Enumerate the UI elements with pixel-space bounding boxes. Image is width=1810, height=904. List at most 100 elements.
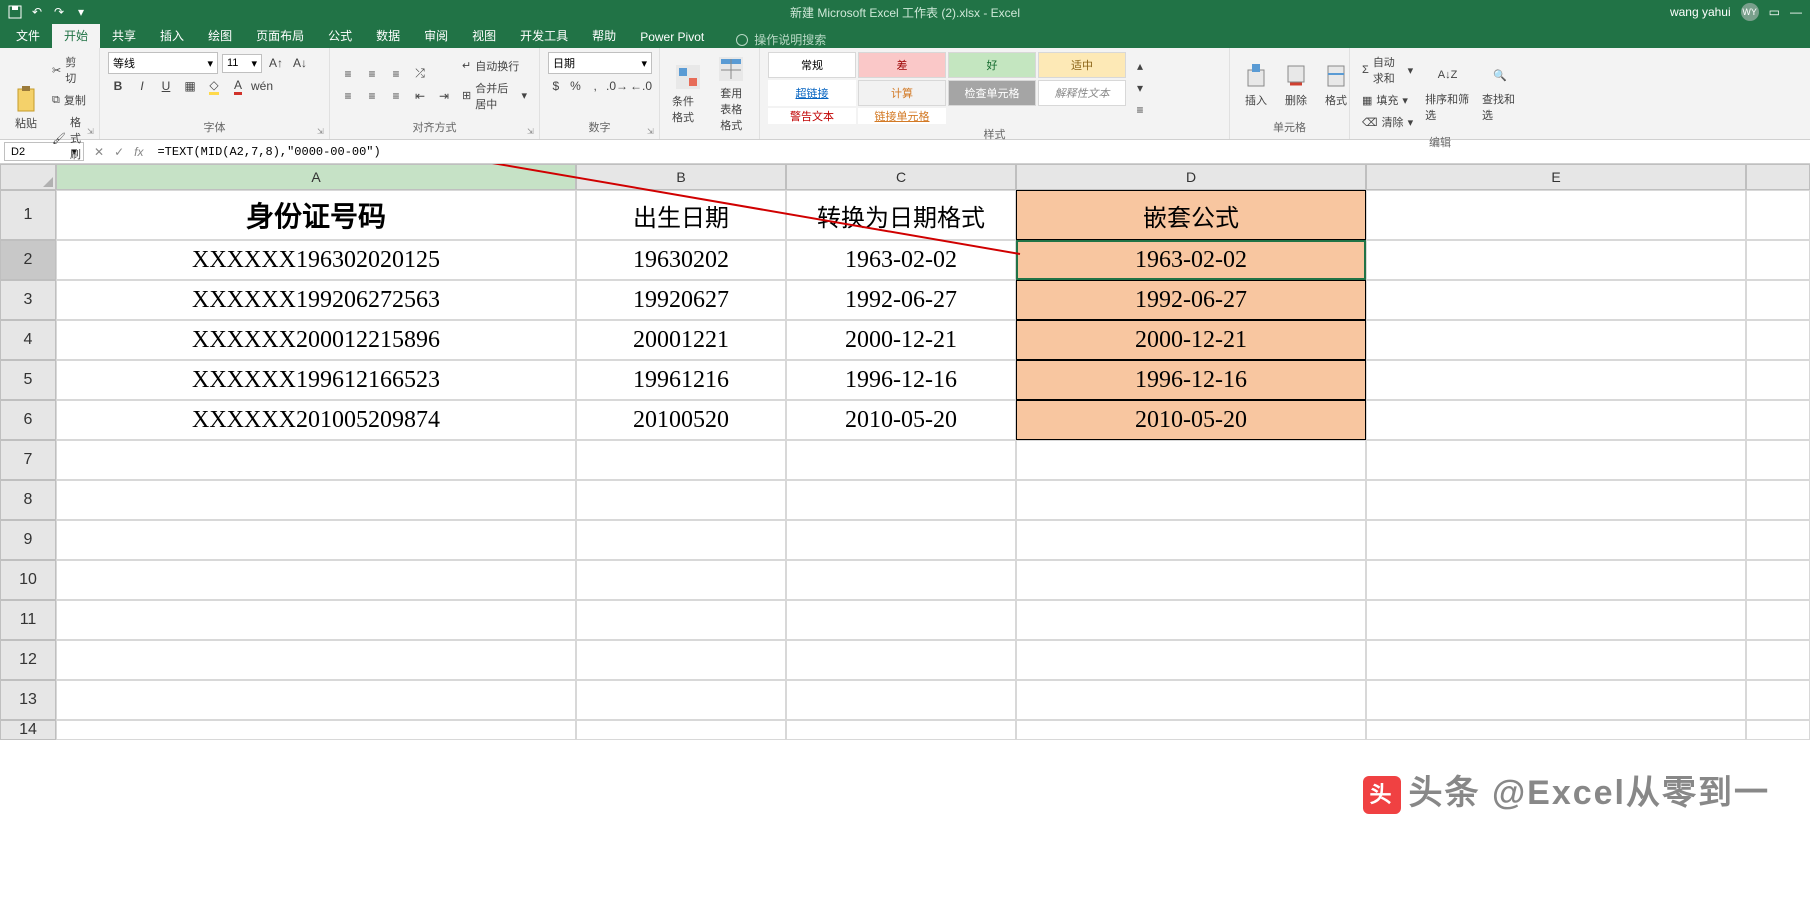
style-explanatory[interactable]: 解释性文本 xyxy=(1038,80,1126,106)
cell[interactable] xyxy=(786,440,1016,480)
cell[interactable] xyxy=(1366,600,1746,640)
style-warning[interactable]: 警告文本 xyxy=(768,108,856,124)
increase-font-icon[interactable]: A↑ xyxy=(266,53,286,73)
row-header-9[interactable]: 9 xyxy=(0,520,56,560)
row-header-6[interactable]: 6 xyxy=(0,400,56,440)
align-left-icon[interactable]: ≡ xyxy=(338,86,358,106)
cell-b2[interactable]: 19630202 xyxy=(576,240,786,280)
row-header-11[interactable]: 11 xyxy=(0,600,56,640)
row-header-13[interactable]: 13 xyxy=(0,680,56,720)
increase-decimal-icon[interactable]: .0→ xyxy=(607,76,627,96)
cell-b6[interactable]: 20100520 xyxy=(576,400,786,440)
cut-button[interactable]: ✂剪切 xyxy=(48,52,91,88)
cell[interactable] xyxy=(1366,640,1746,680)
align-middle-icon[interactable]: ≡ xyxy=(362,64,382,84)
tab-insert[interactable]: 插入 xyxy=(148,23,196,48)
indent-decrease-icon[interactable]: ⇤ xyxy=(410,86,430,106)
cell[interactable] xyxy=(1016,720,1366,740)
bold-button[interactable]: B xyxy=(108,76,128,96)
row-header-10[interactable]: 10 xyxy=(0,560,56,600)
phonetic-button[interactable]: wén xyxy=(252,76,272,96)
cell-d3[interactable]: 1992-06-27 xyxy=(1016,280,1366,320)
cell[interactable] xyxy=(786,720,1016,740)
col-header-b[interactable]: B xyxy=(576,164,786,190)
font-size-select[interactable]: 11▾ xyxy=(222,54,262,73)
row-header-12[interactable]: 12 xyxy=(0,640,56,680)
align-right-icon[interactable]: ≡ xyxy=(386,86,406,106)
cell[interactable] xyxy=(1366,720,1746,740)
border-button[interactable]: ▦ xyxy=(180,76,200,96)
avatar[interactable]: WY xyxy=(1741,3,1759,21)
fill-color-button[interactable]: ◇ xyxy=(204,76,224,96)
cell[interactable] xyxy=(56,480,576,520)
style-neutral[interactable]: 适中 xyxy=(1038,52,1126,78)
cell[interactable] xyxy=(1366,480,1746,520)
cell-blank1[interactable] xyxy=(1746,190,1810,240)
cell[interactable] xyxy=(56,520,576,560)
cell[interactable] xyxy=(1746,440,1810,480)
tab-draw[interactable]: 绘图 xyxy=(196,23,244,48)
tab-data[interactable]: 数据 xyxy=(364,23,412,48)
style-calculation[interactable]: 计算 xyxy=(858,80,946,106)
cell-c1[interactable]: 转换为日期格式 xyxy=(786,190,1016,240)
cell[interactable] xyxy=(1746,640,1810,680)
clear-button[interactable]: ⌫清除▾ xyxy=(1358,112,1417,132)
tab-file[interactable]: 文件 xyxy=(4,23,52,48)
cell[interactable] xyxy=(786,480,1016,520)
ribbon-options-icon[interactable]: ▭ xyxy=(1769,5,1780,19)
cell-a2[interactable]: XXXXXX196302020125 xyxy=(56,240,576,280)
cell-a1[interactable]: 身份证号码 xyxy=(56,190,576,240)
style-hyperlink[interactable]: 超链接 xyxy=(768,80,856,106)
cell[interactable] xyxy=(1746,600,1810,640)
cell-e5[interactable] xyxy=(1366,360,1746,400)
gallery-more-icon[interactable]: ≡ xyxy=(1130,100,1150,120)
cell-blank5[interactable] xyxy=(1746,360,1810,400)
cell[interactable] xyxy=(786,560,1016,600)
cell[interactable] xyxy=(576,600,786,640)
decrease-decimal-icon[interactable]: ←.0 xyxy=(631,76,651,96)
cell[interactable] xyxy=(1016,560,1366,600)
currency-icon[interactable]: $ xyxy=(548,76,564,96)
cell[interactable] xyxy=(786,640,1016,680)
cell-c2[interactable]: 1963-02-02 xyxy=(786,240,1016,280)
cell[interactable] xyxy=(576,520,786,560)
cell[interactable] xyxy=(56,600,576,640)
wrap-text-button[interactable]: ↵自动换行 xyxy=(458,56,531,76)
font-name-select[interactable]: 等线▾ xyxy=(108,52,218,74)
row-header-8[interactable]: 8 xyxy=(0,480,56,520)
cell-d4[interactable]: 2000-12-21 xyxy=(1016,320,1366,360)
cell[interactable] xyxy=(576,720,786,740)
italic-button[interactable]: I xyxy=(132,76,152,96)
row-header-14[interactable]: 14 xyxy=(0,720,56,740)
align-bottom-icon[interactable]: ≡ xyxy=(386,64,406,84)
tab-help[interactable]: 帮助 xyxy=(580,23,628,48)
gallery-up-icon[interactable]: ▴ xyxy=(1130,56,1150,76)
insert-cells-button[interactable]: 插入 xyxy=(1238,60,1274,110)
cell-e3[interactable] xyxy=(1366,280,1746,320)
tab-powerpivot[interactable]: Power Pivot xyxy=(628,26,716,48)
cell-c5[interactable]: 1996-12-16 xyxy=(786,360,1016,400)
cell[interactable] xyxy=(576,640,786,680)
cell[interactable] xyxy=(1746,480,1810,520)
tab-developer[interactable]: 开发工具 xyxy=(508,23,580,48)
worksheet-grid[interactable]: A B C D E 1 身份证号码 出生日期 转换为日期格式 嵌套公式 2 XX… xyxy=(0,164,1810,904)
cell-b5[interactable]: 19961216 xyxy=(576,360,786,400)
decrease-font-icon[interactable]: A↓ xyxy=(290,53,310,73)
copy-button[interactable]: ⧉复制 xyxy=(48,90,91,110)
enter-icon[interactable]: ✓ xyxy=(114,145,124,159)
tab-formulas[interactable]: 公式 xyxy=(316,23,364,48)
cell-a3[interactable]: XXXXXX199206272563 xyxy=(56,280,576,320)
undo-icon[interactable]: ↶ xyxy=(30,5,44,19)
merge-center-button[interactable]: ⊞合并后居中▾ xyxy=(458,78,531,114)
cell[interactable] xyxy=(576,480,786,520)
user-name[interactable]: wang yahui xyxy=(1670,5,1731,19)
table-format-button[interactable]: 套用 表格格式 xyxy=(712,53,752,135)
font-color-button[interactable]: A xyxy=(228,76,248,96)
style-check-cell[interactable]: 检查单元格 xyxy=(948,80,1036,106)
cell-b4[interactable]: 20001221 xyxy=(576,320,786,360)
col-header-a[interactable]: A xyxy=(56,164,576,190)
cell-a6[interactable]: XXXXXX201005209874 xyxy=(56,400,576,440)
cell[interactable] xyxy=(576,560,786,600)
percent-icon[interactable]: % xyxy=(568,76,584,96)
tab-home[interactable]: 开始 xyxy=(52,23,100,48)
